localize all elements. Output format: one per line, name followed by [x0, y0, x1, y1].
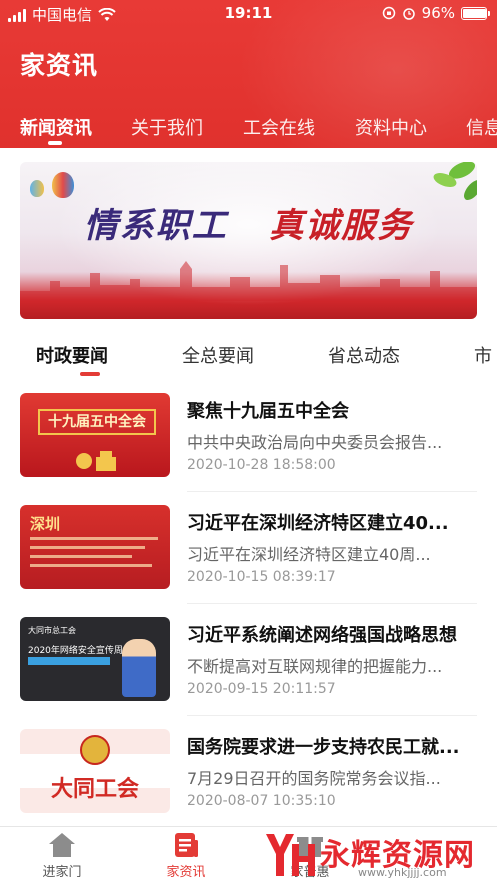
alarm-icon [402, 8, 415, 20]
nav-home[interactable]: 进家门 [17, 827, 107, 884]
watermark-url: www.yhkjjjj.com [358, 866, 447, 879]
city-skyline [20, 261, 477, 301]
news-summary: 7月29日召开的国务院常务会议指... [187, 769, 441, 788]
watermark: 永辉资源网 www.yhkjjjj.com [262, 826, 497, 883]
thumbnail-text: 深圳 [30, 515, 61, 533]
news-title[interactable]: 国务院要求进一步支持农民工就... [187, 733, 477, 759]
balloon-icon [52, 172, 74, 198]
thumbnail-subtext: 2020年网络安全宣传周 [28, 646, 123, 656]
news-thumbnail: 深圳 [20, 505, 170, 589]
nav-news[interactable]: 家资讯 [141, 827, 231, 884]
news-thumbnail: 大同工会 [20, 729, 170, 813]
watermark-logo [266, 834, 315, 876]
news-date: 2020-10-28 18:58:00 [187, 457, 336, 473]
thumbnail-text: 十九届五中全会 [38, 409, 156, 435]
status-bar: 中国电信 19:11 96% [0, 0, 497, 28]
news-summary: 习近平在深圳经济特区建立40周... [187, 545, 431, 564]
nav-news-label: 家资讯 [166, 865, 206, 880]
news-date: 2020-10-15 08:39:17 [187, 569, 336, 585]
divider [187, 491, 477, 492]
party-emblem-icon [76, 451, 116, 471]
app-header: 中国电信 19:11 96% 家资讯 新闻资讯 关于我们 工会在线 资料中心 信… [0, 0, 497, 148]
balloon-icon [30, 180, 44, 197]
status-right: 96% [382, 4, 490, 22]
news-title[interactable]: 聚焦十九届五中全会 [187, 397, 477, 423]
list-item[interactable]: 大同市总工会 2020年网络安全宣传周 习近平系统阐述网络强国战略思想 不断提高… [0, 617, 497, 729]
subtab-acftu[interactable]: 全总要闻 [182, 342, 254, 368]
news-title[interactable]: 习近平在深圳经济特区建立40... [187, 509, 477, 535]
banner-slogan-part1: 情系职工 [83, 206, 228, 246]
news-summary: 中共中央政治局向中央委员会报告... [187, 433, 443, 452]
tab-resources[interactable]: 资料中心 [355, 114, 427, 140]
news-thumbnail: 十九届五中全会 [20, 393, 170, 477]
tab-info[interactable]: 信息 [466, 114, 497, 140]
tab-active-indicator [48, 141, 62, 145]
home-icon [49, 833, 75, 857]
banner-slogan: 情系职工 真诚服务 [20, 198, 477, 247]
battery-icon [461, 6, 490, 20]
news-summary: 不断提高对互联网规律的把握能力... [187, 657, 443, 676]
thumbnail-text: 大同工会 [50, 776, 139, 802]
news-title[interactable]: 习近平系统阐述网络强国战略思想 [187, 621, 477, 647]
news-thumbnail: 大同市总工会 2020年网络安全宣传周 [20, 617, 170, 701]
divider [187, 715, 477, 716]
banner-carousel[interactable]: 情系职工 真诚服务 [20, 162, 477, 319]
tab-news[interactable]: 新闻资讯 [20, 114, 92, 140]
battery-percent: 96% [421, 4, 455, 22]
banner-slogan-part2: 真诚服务 [269, 206, 414, 246]
list-item[interactable]: 十九届五中全会 聚焦十九届五中全会 中共中央政治局向中央委员会报告... 202… [0, 393, 497, 505]
thumbnail-band [28, 657, 110, 665]
tab-union-online[interactable]: 工会在线 [243, 114, 315, 140]
tab-about[interactable]: 关于我们 [131, 114, 203, 140]
page-title: 家资讯 [20, 51, 99, 80]
sub-tabs: 时政要闻 全总要闻 省总动态 市 [0, 338, 497, 378]
subtab-active-indicator [80, 372, 100, 376]
thumbnail-lines [30, 537, 158, 573]
union-emblem-icon [80, 735, 110, 765]
list-item[interactable]: 深圳 习近平在深圳经济特区建立40... 习近平在深圳经济特区建立40周... … [0, 505, 497, 617]
subtab-city[interactable]: 市 [474, 342, 492, 368]
nav-home-label: 进家门 [42, 865, 82, 880]
list-item[interactable]: 大同工会 国务院要求进一步支持农民工就... 7月29日召开的国务院常务会议指.… [0, 729, 497, 841]
news-date: 2020-08-07 10:35:10 [187, 793, 336, 809]
orientation-lock-icon [382, 6, 395, 20]
subtab-politics[interactable]: 时政要闻 [36, 342, 108, 368]
thumbnail-text: 大同市总工会 [28, 626, 76, 635]
person-illustration [122, 639, 156, 697]
news-date: 2020-09-15 20:11:57 [187, 681, 336, 697]
divider [187, 603, 477, 604]
news-icon [175, 833, 198, 857]
subtab-province[interactable]: 省总动态 [328, 342, 400, 368]
